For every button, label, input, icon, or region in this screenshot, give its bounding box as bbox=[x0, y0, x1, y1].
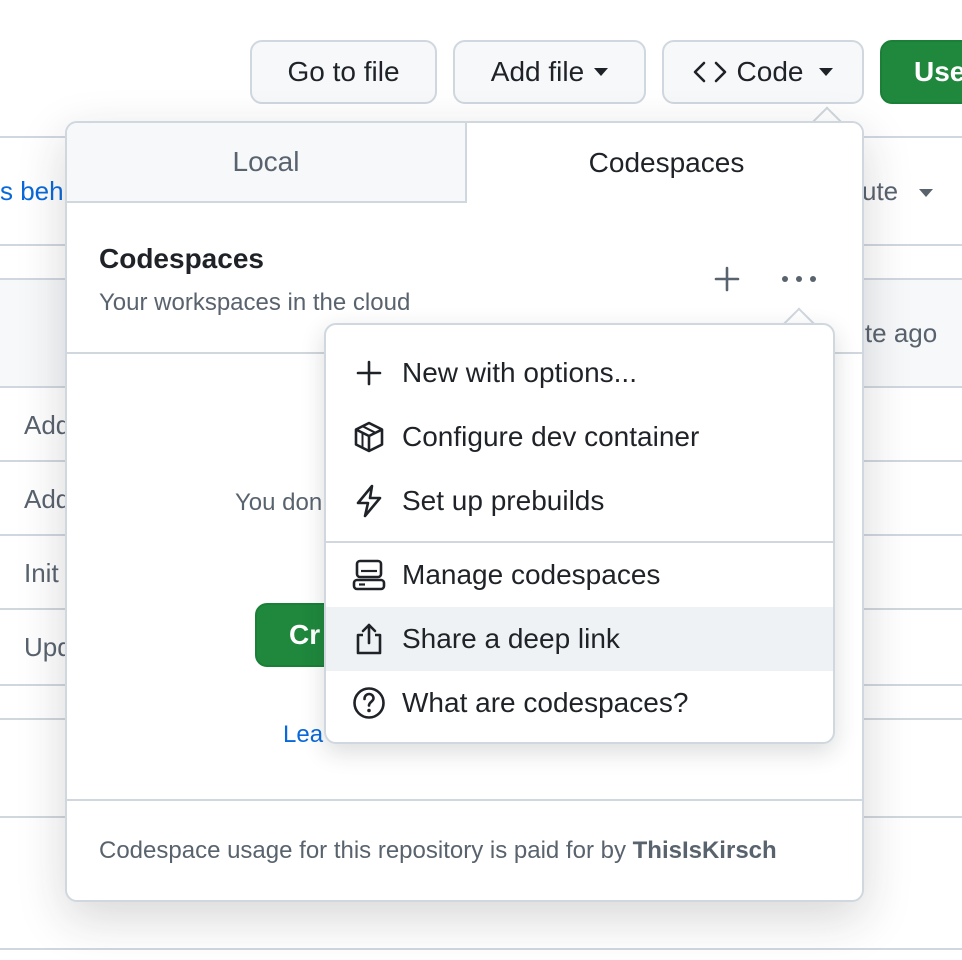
caret-down-icon bbox=[919, 189, 933, 197]
menu-item-label: Set up prebuilds bbox=[402, 485, 604, 517]
code-label: Code bbox=[737, 56, 804, 88]
billing-footer: Codespace usage for this repository is p… bbox=[99, 837, 777, 865]
add-file-button[interactable]: Add file bbox=[453, 40, 646, 104]
new-codespace-button[interactable] bbox=[707, 259, 747, 299]
menu-item-label: New with options... bbox=[402, 357, 637, 389]
menu-item-label: What are codespaces? bbox=[402, 687, 688, 719]
menu-item-set-up-prebuilds[interactable]: Set up prebuilds bbox=[326, 469, 833, 533]
empty-state-text: You don bbox=[235, 489, 322, 517]
add-file-label: Add file bbox=[491, 56, 584, 88]
divider bbox=[0, 948, 962, 950]
menu-item-manage-codespaces[interactable]: Manage codespaces bbox=[326, 543, 833, 607]
contribute-label: ute bbox=[862, 176, 898, 206]
learn-more-link[interactable]: Lea bbox=[283, 721, 323, 749]
menu-item-share-deep-link[interactable]: Share a deep link bbox=[326, 607, 833, 671]
billing-owner: ThisIsKirsch bbox=[633, 837, 777, 864]
codespaces-heading: Codespaces bbox=[99, 243, 264, 275]
tab-codespaces[interactable]: Codespaces bbox=[467, 123, 864, 203]
file-row-commit[interactable]: Init bbox=[24, 558, 59, 589]
menu-item-configure-dev-container[interactable]: Configure dev container bbox=[326, 405, 833, 469]
menu-item-label: Configure dev container bbox=[402, 421, 699, 453]
code-button[interactable]: Code bbox=[662, 40, 864, 104]
commits-behind-link[interactable]: s beh bbox=[0, 176, 64, 207]
codespace-options-button[interactable] bbox=[779, 259, 819, 299]
use-template-label: Use bbox=[914, 56, 962, 88]
use-template-button[interactable]: Use bbox=[880, 40, 962, 104]
billing-text: Codespace usage for this repository is p… bbox=[99, 837, 633, 864]
code-icon bbox=[693, 60, 727, 84]
question-icon bbox=[352, 686, 386, 720]
go-to-file-button[interactable]: Go to file bbox=[250, 40, 437, 104]
go-to-file-label: Go to file bbox=[287, 56, 399, 88]
kebab-horizontal-icon bbox=[781, 274, 817, 284]
menu-item-what-are-codespaces[interactable]: What are codespaces? bbox=[326, 671, 833, 735]
file-row-commit[interactable]: Add bbox=[24, 484, 70, 515]
tab-local[interactable]: Local bbox=[67, 123, 467, 203]
contribute-dropdown[interactable]: ute bbox=[862, 176, 933, 207]
file-row-commit[interactable]: Add bbox=[24, 410, 70, 441]
create-codespace-label: Cr bbox=[289, 619, 320, 651]
server-icon bbox=[352, 558, 386, 592]
menu-item-label: Manage codespaces bbox=[402, 559, 660, 591]
caret-down-icon bbox=[819, 68, 833, 76]
zap-icon bbox=[352, 484, 386, 518]
plus-icon bbox=[714, 266, 740, 292]
plus-icon bbox=[352, 356, 386, 390]
menu-item-new-with-options[interactable]: New with options... bbox=[326, 341, 833, 405]
codespaces-subtitle: Your workspaces in the cloud bbox=[99, 289, 410, 317]
divider bbox=[67, 799, 864, 801]
container-icon bbox=[352, 420, 386, 454]
menu-item-label: Share a deep link bbox=[402, 623, 620, 655]
share-icon bbox=[352, 622, 386, 656]
caret-down-icon bbox=[594, 68, 608, 76]
codespace-options-menu: New with options... Configure dev contai… bbox=[324, 323, 835, 744]
